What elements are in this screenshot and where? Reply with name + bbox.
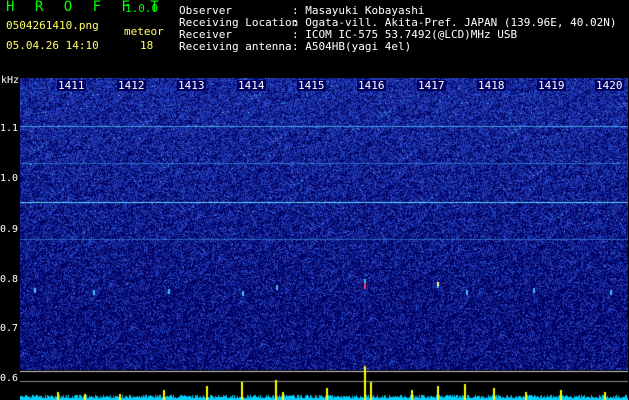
app-version: 1.0.0 (125, 2, 159, 15)
antenna-value: : A504HB(yagi 4el) (292, 40, 412, 53)
x-tick-1411: 1411 (57, 79, 86, 92)
y-tick-0-7: 0.7 (0, 323, 19, 334)
x-tick-1419: 1419 (537, 79, 566, 92)
x-tick-1412: 1412 (117, 79, 146, 92)
x-tick-1413: 1413 (177, 79, 206, 92)
y-tick-1-1: 1.1 (0, 123, 19, 134)
x-tick-1415: 1415 (297, 79, 326, 92)
y-tick-1-0: 1.0 (0, 173, 19, 184)
y-unit-label: kHz (1, 75, 20, 86)
hroft-window: H R O F F T 1.0.0 0504261410.png 05.04.2… (0, 0, 629, 400)
y-tick-0-6: 0.6 (0, 373, 19, 384)
date-time: 05.04.26 14:10 (6, 39, 99, 52)
x-tick-1420: 1420 (595, 79, 624, 92)
meteor-count: 18 (140, 39, 154, 52)
file-name: 0504261410.png (6, 19, 99, 32)
y-tick-0-9: 0.9 (0, 224, 19, 235)
x-tick-1417: 1417 (417, 79, 446, 92)
x-tick-1418: 1418 (477, 79, 506, 92)
x-tick-1414: 1414 (237, 79, 266, 92)
antenna-label: Receiving antenna (179, 40, 292, 53)
spectrogram-canvas (20, 78, 628, 400)
y-tick-0-8: 0.8 (0, 274, 19, 285)
x-tick-1416: 1416 (357, 79, 386, 92)
meteor-label: meteor (124, 25, 164, 38)
